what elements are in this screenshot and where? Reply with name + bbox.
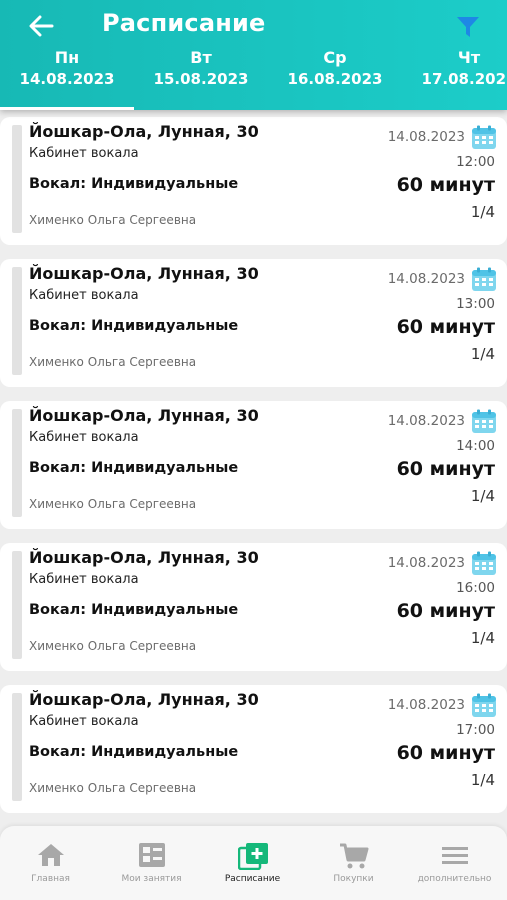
lesson-type: Вокал: Индивидуальные (29, 744, 239, 760)
lesson-type: Вокал: Индивидуальные (29, 460, 239, 476)
lesson-room: Кабинет вокала (29, 430, 139, 445)
nav-item-my-lessons[interactable]: Мои занятия (101, 826, 202, 900)
lesson-date: 14.08.2023 (387, 697, 465, 713)
lesson-teacher: Хименко Ольга Сергеевна (29, 213, 197, 227)
lesson-count: 1/4 (470, 771, 495, 789)
card-accent-bar (12, 125, 22, 233)
lesson-card[interactable]: Йошкар-Ола, Лунная, 30 Кабинет вокала Во… (0, 685, 507, 813)
lesson-duration: 60 минут (396, 316, 495, 338)
bottom-navigation: Главная Мои занятия Расписание Покупки д… (0, 826, 507, 900)
lesson-date: 14.08.2023 (387, 555, 465, 571)
lesson-time: 13:00 (456, 296, 495, 312)
card-accent-bar (12, 551, 22, 659)
lesson-date: 14.08.2023 (387, 129, 465, 145)
lesson-time: 16:00 (456, 580, 495, 596)
nav-label: Мои занятия (121, 874, 182, 884)
nav-item-purchases[interactable]: Покупки (303, 826, 404, 900)
lesson-count: 1/4 (470, 203, 495, 221)
calendar-icon (472, 693, 496, 717)
lesson-type: Вокал: Индивидуальные (29, 176, 239, 192)
tab-day-date: 14.08.2023 (19, 70, 115, 88)
nav-label: Покупки (333, 874, 374, 884)
dashboard-icon (139, 843, 165, 867)
nav-item-more[interactable]: дополнительно (404, 826, 505, 900)
tab-day-tue[interactable]: Вт 15.08.2023 (134, 48, 268, 110)
tab-day-date: 16.08.2023 (287, 70, 383, 88)
filter-icon (457, 17, 479, 37)
lesson-date: 14.08.2023 (387, 413, 465, 429)
card-accent-bar (12, 693, 22, 801)
lesson-time: 17:00 (456, 722, 495, 738)
lesson-card[interactable]: Йошкар-Ола, Лунная, 30 Кабинет вокала Во… (0, 117, 507, 245)
add-schedule-icon (238, 843, 268, 870)
nav-label: дополнительно (417, 874, 492, 884)
tab-day-name: Пн (54, 48, 80, 67)
lesson-room: Кабинет вокала (29, 714, 139, 729)
lesson-duration: 60 минут (396, 174, 495, 196)
home-icon (38, 844, 64, 866)
tab-day-date: 17.08.2023 (421, 70, 507, 88)
lesson-teacher: Хименко Ольга Сергеевна (29, 781, 197, 795)
card-accent-bar (12, 409, 22, 517)
menu-icon (442, 847, 468, 864)
lesson-count: 1/4 (470, 487, 495, 505)
lesson-duration: 60 минут (396, 742, 495, 764)
nav-item-home[interactable]: Главная (0, 826, 101, 900)
cart-icon (340, 843, 369, 869)
lesson-address: Йошкар-Ола, Лунная, 30 (29, 406, 259, 425)
tab-day-name: Вт (190, 48, 212, 67)
lesson-address: Йошкар-Ола, Лунная, 30 (29, 122, 259, 141)
active-tab-indicator (0, 107, 134, 110)
lesson-address: Йошкар-Ола, Лунная, 30 (29, 264, 259, 283)
lesson-type: Вокал: Индивидуальные (29, 318, 239, 334)
back-button[interactable] (24, 10, 58, 42)
nav-label: Главная (31, 874, 70, 884)
tab-day-date: 15.08.2023 (153, 70, 249, 88)
lesson-teacher: Хименко Ольга Сергеевна (29, 497, 197, 511)
filter-button[interactable] (453, 12, 483, 42)
lesson-address: Йошкар-Ола, Лунная, 30 (29, 548, 259, 567)
lesson-room: Кабинет вокала (29, 288, 139, 303)
calendar-icon (472, 551, 496, 575)
lesson-teacher: Хименко Ольга Сергеевна (29, 639, 197, 653)
calendar-icon (472, 267, 496, 291)
arrow-left-icon (29, 15, 54, 37)
card-accent-bar (12, 267, 22, 375)
calendar-icon (472, 409, 496, 433)
tab-day-name: Чт (457, 48, 481, 67)
lesson-card[interactable]: Йошкар-Ола, Лунная, 30 Кабинет вокала Во… (0, 259, 507, 387)
lesson-time: 12:00 (456, 154, 495, 170)
lesson-room: Кабинет вокала (29, 572, 139, 587)
lesson-time: 14:00 (456, 438, 495, 454)
lesson-count: 1/4 (470, 345, 495, 363)
lesson-duration: 60 минут (396, 458, 495, 480)
lesson-date: 14.08.2023 (387, 271, 465, 287)
nav-label: Расписание (224, 874, 281, 884)
lesson-room: Кабинет вокала (29, 146, 139, 161)
lesson-card[interactable]: Йошкар-Ола, Лунная, 30 Кабинет вокала Во… (0, 543, 507, 671)
tab-day-name: Ср (323, 48, 347, 67)
tab-day-thu[interactable]: Чт 17.08.2023 (402, 48, 507, 110)
tab-day-mon[interactable]: Пн 14.08.2023 (0, 48, 134, 110)
lesson-type: Вокал: Индивидуальные (29, 602, 239, 618)
lesson-address: Йошкар-Ола, Лунная, 30 (29, 690, 259, 709)
lesson-duration: 60 минут (396, 600, 495, 622)
nav-item-schedule[interactable]: Расписание (202, 826, 303, 900)
page-title: Расписание (102, 9, 266, 37)
tab-day-wed[interactable]: Ср 16.08.2023 (268, 48, 402, 110)
lesson-count: 1/4 (470, 629, 495, 647)
calendar-icon (472, 125, 496, 149)
app-header: Расписание Пн 14.08.2023 Вт 15.08.2023 С… (0, 0, 507, 110)
lesson-card[interactable]: Йошкар-Ола, Лунная, 30 Кабинет вокала Во… (0, 401, 507, 529)
lesson-teacher: Хименко Ольга Сергеевна (29, 355, 197, 369)
